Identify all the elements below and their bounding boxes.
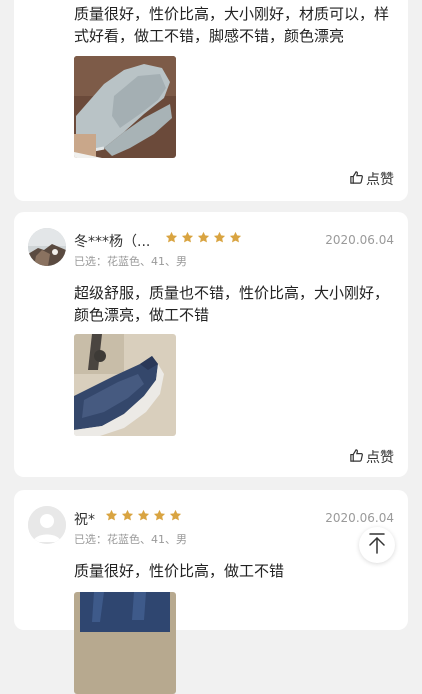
rating-stars [165,231,242,244]
star-icon [137,509,150,521]
review-card: 冬***杨（... 2020.06.04 已选：花蓝色、41、男 超级舒服，质量… [14,212,408,477]
review-card: 质量很好，性价比高，大小刚好，材质可以，样式好看，做工不错，脚感不错，颜色漂亮 … [14,0,408,201]
star-icon [165,231,178,243]
arrow-up-icon [367,532,387,558]
review-card: 祝* 2020.06.04 已选：花蓝色、41、男 质量很好，性价比高，做工不错 [14,490,408,694]
blue-knit-sneaker-photo [74,334,176,436]
reviewer-name: 冬***杨（... [74,234,151,250]
rating-stars [105,509,182,522]
avatar[interactable] [28,228,66,266]
review-photo[interactable] [74,592,176,694]
like-button[interactable]: 点赞 [349,169,394,189]
star-icon [105,509,118,521]
selected-spec: 已选：花蓝色、41、男 [74,255,187,268]
review-photo[interactable] [74,334,176,436]
like-button[interactable]: 点赞 [349,447,394,467]
star-icon [169,509,182,521]
review-date: 2020.06.04 [325,511,394,525]
review-text: 质量很好，性价比高，做工不错 [74,562,285,580]
review-date: 2020.06.04 [325,233,394,247]
star-icon [229,231,242,243]
back-to-top-button[interactable] [359,527,395,563]
thumbs-up-icon [349,448,364,467]
selected-spec: 已选：花蓝色、41、男 [74,533,187,546]
thumbs-up-icon [349,170,364,189]
review-photo[interactable] [74,56,176,158]
like-label: 点赞 [366,450,394,466]
blue-knit-sneaker-photo [74,592,176,694]
star-icon [153,509,166,521]
star-icon [197,231,210,243]
star-icon [181,231,194,243]
avatar[interactable] [28,506,66,544]
reviewer-name: 祝* [74,512,95,528]
review-text: 超级舒服，质量也不错，性价比高，大小刚好，颜色漂亮，做工不错 [74,284,390,324]
like-label: 点赞 [366,172,394,188]
star-icon [121,509,134,521]
grey-knit-sneaker-photo [74,56,176,158]
star-icon [213,231,226,243]
review-text: 质量很好，性价比高，大小刚好，材质可以，样式好看，做工不错，脚感不错，颜色漂亮 [74,5,390,45]
